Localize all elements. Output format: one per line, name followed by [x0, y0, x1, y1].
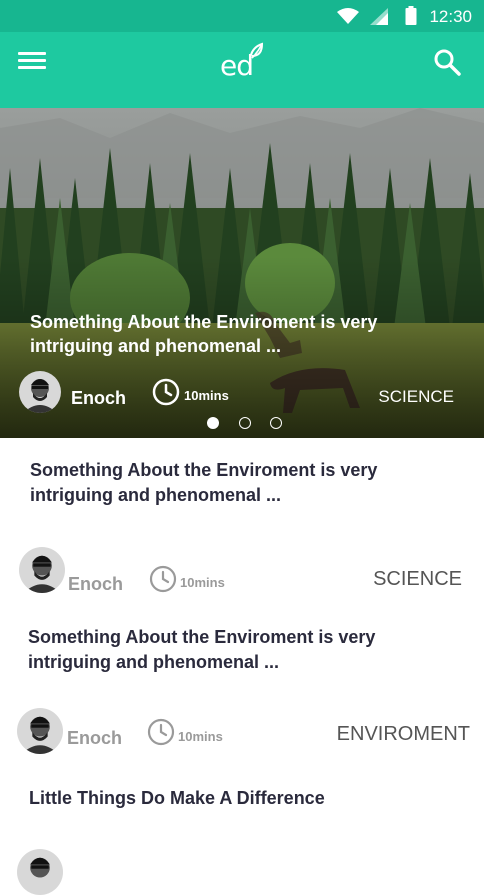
article-card[interactable]: Little Things Do Make A Difference [0, 763, 484, 895]
article-card[interactable]: Something About the Enviroment is very i… [0, 438, 484, 603]
signal-icon [370, 8, 388, 25]
avatar-image [17, 849, 63, 895]
featured-article-carousel[interactable]: Something About the Enviroment is very i… [0, 108, 484, 438]
status-bar: 12:30 [0, 0, 484, 32]
article-title[interactable]: Little Things Do Make A Difference [29, 786, 449, 811]
status-time: 12:30 [429, 7, 472, 26]
author-name[interactable]: Enoch [68, 574, 123, 595]
carousel-dot[interactable] [239, 417, 251, 429]
wifi-icon [337, 8, 359, 24]
category-label[interactable]: SCIENCE [378, 387, 454, 407]
avatar-image [19, 547, 65, 593]
author-name[interactable]: Enoch [71, 388, 126, 409]
hamburger-line [18, 66, 46, 69]
read-time: 10mins [180, 575, 225, 590]
hamburger-line [18, 59, 46, 62]
avatar[interactable] [19, 371, 61, 413]
read-time: 10mins [178, 729, 223, 744]
app-logo: ed [218, 42, 266, 82]
carousel-dot[interactable] [207, 417, 219, 429]
battery-icon [405, 6, 417, 25]
article-title[interactable]: Something About the Enviroment is very i… [30, 458, 410, 508]
hamburger-icon [18, 52, 46, 55]
article-title[interactable]: Something About the Enviroment is very i… [28, 625, 408, 675]
category-label[interactable]: ENVIROMENT [337, 723, 470, 746]
clock-icon [147, 718, 175, 746]
clock-icon [152, 378, 180, 406]
avatar-image [19, 371, 61, 413]
clock-icon [149, 565, 177, 593]
category-label[interactable]: SCIENCE [373, 568, 462, 591]
avatar-image [17, 708, 63, 754]
article-card[interactable]: Something About the Enviroment is very i… [0, 602, 484, 764]
carousel-dot[interactable] [270, 417, 282, 429]
app-bar: ed [0, 32, 484, 108]
author-name[interactable]: Enoch [67, 728, 122, 749]
read-time: 10mins [184, 388, 229, 403]
avatar[interactable] [19, 547, 65, 593]
leaf-icon [249, 42, 264, 62]
search-icon[interactable] [433, 48, 461, 76]
hero-article-title[interactable]: Something About the Enviroment is very i… [30, 310, 420, 358]
menu-button[interactable] [18, 52, 48, 72]
avatar[interactable] [17, 849, 63, 895]
avatar[interactable] [17, 708, 63, 754]
